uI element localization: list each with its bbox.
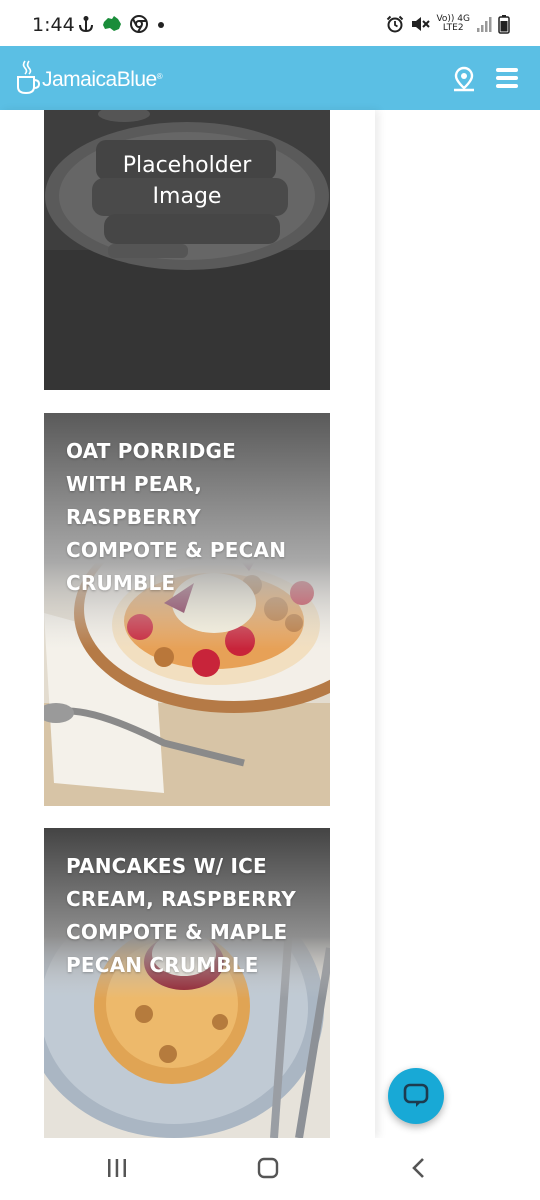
brand-name: JamaicaBlue: [42, 68, 157, 91]
app-screen: 1:44 Vo)) 4G LTE2 JamaicaBlue ® Placehol…: [0, 0, 540, 1200]
coffee-cup-logo-icon: [17, 60, 40, 95]
australia-map-icon: [103, 16, 121, 31]
status-notification-icons: [78, 15, 166, 33]
recent-apps-icon[interactable]: [106, 1156, 128, 1180]
battery-icon: [498, 15, 510, 34]
oat-porridge-title: OAT PORRIDGE WITH PEAR, RASPBERRY COMPOT…: [66, 439, 287, 595]
dot-icon: [158, 22, 164, 28]
brand-logo[interactable]: JamaicaBlue ®: [16, 59, 163, 95]
chrome-icon: [130, 15, 148, 33]
status-time: 1:44: [32, 14, 75, 36]
network-indicator: Vo)) 4G LTE2: [436, 15, 470, 33]
hamburger-menu-icon[interactable]: [496, 68, 520, 88]
home-icon[interactable]: [256, 1156, 280, 1180]
network-bottom-label: LTE2: [442, 23, 464, 33]
chat-button[interactable]: [388, 1068, 444, 1124]
alarm-icon: [387, 15, 404, 33]
back-icon[interactable]: [408, 1156, 430, 1180]
pancakes-title: PANCAKES W/ ICE CREAM, RASPBERRY COMPOTE…: [66, 854, 296, 977]
brand-registered-mark: ®: [156, 72, 163, 81]
signal-icon: [477, 17, 492, 32]
menu-card-pancakes[interactable]: PANCAKES W/ ICE CREAM, RASPBERRY COMPOTE…: [44, 828, 330, 1138]
mute-icon: [412, 17, 431, 31]
anchor-icon: [79, 16, 93, 33]
chat-bubble-icon: [403, 1083, 429, 1107]
menu-card-placeholder[interactable]: Placeholder Image: [44, 110, 330, 390]
status-system-icons: Vo)) 4G LTE2: [386, 14, 510, 34]
menu-card-oat-porridge[interactable]: OAT PORRIDGE WITH PEAR, RASPBERRY COMPOT…: [44, 413, 330, 806]
app-header: JamaicaBlue ®: [0, 46, 540, 110]
placeholder-label: Placeholder Image: [122, 153, 252, 209]
location-pin-icon[interactable]: [452, 66, 476, 92]
menu-list: Placeholder Image OAT PORRIDGE WITH PEAR…: [0, 110, 375, 1138]
empty-right-area: [375, 110, 540, 1138]
status-bar: 1:44 Vo)) 4G LTE2: [0, 0, 540, 46]
system-nav-bar: [0, 1138, 540, 1200]
